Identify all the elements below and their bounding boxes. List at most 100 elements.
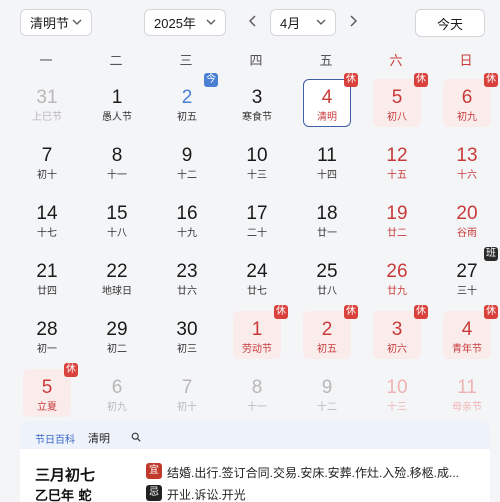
month-select[interactable]: 4月 [270,9,336,36]
calendar-day-cell[interactable]: 8 十一 [221,367,291,427]
day-number: 25 [316,261,338,282]
day-number: 2 [321,319,333,340]
calendar-day-cell[interactable]: 17 二十 [221,193,291,253]
chevron-down-icon [206,19,216,25]
lunar-label: 十九 [177,228,197,239]
calendar-day-cell[interactable]: 19 廿二 [361,193,431,253]
inauspicious-text: 开业.诉讼.开光 [167,488,246,502]
festival-select-value: 清明节 [30,16,70,31]
lunar-label: 初九 [107,402,127,413]
lunar-label: 初一 [37,344,57,355]
rest-day-badge: 休 [344,305,358,319]
calendar-day-cell[interactable]: 26 廿九 [361,251,431,311]
calendar-day-cell[interactable]: 31 上巳节 [11,77,81,137]
calendar-day-cell[interactable]: 4 青年节 休 [431,305,500,369]
calendar-day-cell[interactable]: 2 初五 今 [151,73,221,137]
lunar-label: 立夏 [37,402,57,413]
lunar-label: 初十 [177,402,197,413]
calendar-day-cell[interactable]: 6 初九 休 [431,73,500,137]
rest-day-badge: 休 [64,363,78,377]
calendar-day-cell[interactable]: 23 廿六 [151,251,221,311]
calendar-day-cell[interactable]: 5 立夏 休 [11,363,81,427]
lunar-label: 上巳节 [32,112,62,123]
lunar-label: 初九 [457,112,477,123]
calendar-day-cell[interactable]: 5 初八 休 [361,73,431,137]
calendar-day-cell[interactable]: 21 廿四 [11,251,81,311]
lunar-label: 初八 [387,112,407,123]
calendar-day-cell[interactable]: 12 十五 [361,135,431,195]
calendar-day-cell[interactable]: 10 十三 [361,367,431,427]
day-number: 10 [246,145,268,166]
calendar-day-cell[interactable]: 16 十九 [151,193,221,253]
calendar-day-cell[interactable]: 11 十四 [291,135,361,195]
inauspicious-tag: 忌 [146,485,162,501]
festival-name-link[interactable]: 清明 [88,430,110,446]
rest-day-badge: 休 [484,73,498,87]
calendar-day-cell[interactable]: 2 初五 休 [291,305,361,369]
next-month-icon[interactable] [346,14,360,28]
calendar-day-cell[interactable]: 1 愚人节 [81,77,151,137]
lunar-label: 廿一 [317,228,337,239]
calendar-day-cell[interactable]: 27 三十 班 [431,247,500,311]
festival-wiki-tab[interactable]: 节日百科 [35,431,75,446]
lunar-label: 初二 [107,344,127,355]
calendar-day-cell[interactable]: 9 十二 [291,367,361,427]
calendar-day-cell[interactable]: 8 十一 [81,135,151,195]
calendar-day-cell[interactable]: 6 初九 [81,367,151,427]
weekday-label: 二 [109,53,123,68]
calendar-day-cell[interactable]: 7 初十 [11,135,81,195]
day-number: 3 [391,319,403,340]
day-number: 16 [176,203,198,224]
calendar-day-cell[interactable]: 20 谷雨 [431,193,500,253]
day-number: 21 [36,261,58,282]
day-number: 4 [461,319,473,340]
day-number: 23 [176,261,198,282]
calendar-day-cell[interactable]: 28 初一 [11,309,81,369]
calendar-day-cell[interactable]: 7 初十 [151,367,221,427]
lunar-label: 廿九 [387,286,407,297]
calendar-day-cell[interactable]: 24 廿七 [221,251,291,311]
calendar-day-cell[interactable]: 14 十七 [11,193,81,253]
lunar-label: 初五 [317,344,337,355]
rest-day-badge: 休 [414,73,428,87]
day-number: 22 [106,261,128,282]
festival-select[interactable]: 清明节 [20,9,92,36]
prev-month-icon[interactable] [246,14,260,28]
calendar-day-cell[interactable]: 18 廿一 [291,193,361,253]
calendar-day-cell[interactable]: 29 初二 [81,309,151,369]
lunar-label: 初六 [387,344,407,355]
calendar-day-cell[interactable]: 3 初六 休 [361,305,431,369]
today-button[interactable]: 今天 [415,9,485,37]
lunar-label: 廿二 [387,228,407,239]
calendar-day-cell[interactable]: 30 初三 [151,309,221,369]
lunar-label: 初十 [37,170,57,181]
calendar-day-cell[interactable]: 13 十六 [431,135,500,195]
lunar-label: 十二 [317,402,337,413]
calendar-day-cell[interactable]: 10 十三 [221,135,291,195]
calendar-day-cell[interactable]: 1 劳动节 休 [221,305,291,369]
calendar-day-cell[interactable]: 9 十二 [151,135,221,195]
lunar-label: 寒食节 [242,112,272,123]
chevron-down-icon [316,19,326,25]
calendar-day-cell[interactable]: 11 母亲节 [431,367,500,427]
day-number: 6 [461,87,473,108]
day-number: 5 [41,377,53,398]
calendar-day-cell[interactable]: 3 寒食节 [221,77,291,137]
weekday-label: 一 [39,53,53,68]
day-number: 4 [321,87,333,108]
rest-day-badge: 休 [274,305,288,319]
calendar-day-cell[interactable]: 22 地球日 [81,251,151,311]
lunar-label: 十八 [107,228,127,239]
search-icon[interactable] [131,432,141,442]
day-number: 13 [456,145,478,166]
lunar-label: 二十 [247,228,267,239]
day-number: 31 [36,87,58,108]
lunar-label: 地球日 [102,286,132,297]
calendar-day-cell[interactable]: 25 廿八 [291,251,361,311]
year-select[interactable]: 2025年 [144,9,226,36]
lunar-label: 十二 [177,170,197,181]
weekday-label: 六 [389,53,403,68]
calendar-day-cell[interactable]: 15 十八 [81,193,151,253]
month-select-value: 4月 [280,16,301,31]
calendar-day-cell[interactable]: 4 清明 休 [291,73,361,137]
